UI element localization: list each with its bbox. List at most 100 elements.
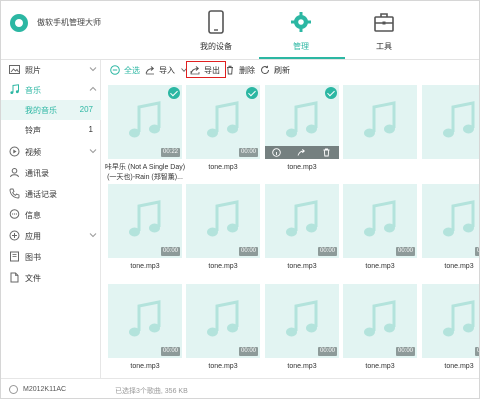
import-button[interactable]: 导入 (145, 60, 189, 80)
file-name-line: tone.mp3 (287, 164, 317, 171)
music-file-name: 咔早乐 (Not A Single Day) (一天也)-Rain (郑智薫)..… (104, 163, 186, 183)
file-name-line: tone.mp3 (287, 263, 317, 270)
sidebar-item-label: 通讯录 (25, 169, 49, 178)
import-icon (145, 66, 155, 75)
sidebar-item-contacts[interactable]: 通讯录 (1, 163, 101, 183)
music-note-icon (443, 101, 475, 138)
toolbox-icon (374, 13, 394, 32)
trash-icon (227, 65, 233, 75)
file-name-line: tone.mp3 (365, 363, 395, 370)
sidebar-item-count: 207 (79, 105, 93, 114)
gear-icon (291, 12, 311, 32)
music-thumbnail[interactable]: 00:00 (108, 284, 182, 358)
sidebar-item-messages[interactable]: 信息 (1, 205, 101, 225)
duration-badge: 00:00 (160, 247, 180, 256)
music-thumbnail[interactable]: 00:00 (186, 284, 260, 358)
music-note-icon (129, 200, 161, 237)
refresh-label: 刷新 (274, 66, 290, 75)
sidebar-item-label: 图书 (25, 253, 41, 262)
duration-badge: 00:22 (160, 148, 180, 157)
music-note-icon (129, 101, 161, 138)
music-thumbnail[interactable]: 00:22 (108, 85, 182, 159)
music-note-icon (207, 101, 239, 138)
file-name-line: tone.mp3 (208, 263, 238, 270)
status-bar: M2012K11AC 已选择3个歌曲, 356 KB (1, 378, 479, 398)
music-thumbnail[interactable]: 00:00 (265, 284, 339, 358)
file-name-line-2: (一天也)-Rain (郑智薫)... (107, 174, 183, 181)
delete-button[interactable]: 删除 (225, 60, 259, 80)
duration-badge: 00:00 (395, 347, 415, 356)
sidebar-item-videos[interactable]: 视频 (1, 142, 101, 162)
sidebar: 照片 音乐 我的音乐 207 铃声 1 视频 通讯录 通话记录 信息 应用 图书… (1, 60, 101, 378)
selected-check-icon[interactable] (168, 87, 180, 99)
device-name: M2012K11AC (23, 386, 67, 393)
tab-tools[interactable]: 工具 (351, 1, 417, 59)
music-thumbnail[interactable]: 00:00 (422, 184, 479, 258)
select-all-button[interactable]: 全选 (110, 60, 144, 80)
export-label: 导出 (204, 66, 220, 75)
file-name-line: 咔早乐 (Not A Single Day) (104, 164, 186, 171)
trash-icon[interactable] (322, 148, 331, 157)
music-thumbnail[interactable]: 00:00 (186, 184, 260, 258)
sidebar-item-music[interactable]: 音乐 (1, 80, 101, 100)
import-label: 导入 (159, 66, 175, 75)
refresh-button[interactable]: 刷新 (260, 60, 294, 80)
sidebar-item-label: 通话记录 (25, 190, 57, 199)
info-icon[interactable] (272, 148, 281, 157)
music-file-name: tone.mp3 (261, 362, 343, 372)
app-title: 傲软手机管理大师 (37, 18, 101, 27)
selected-check-icon[interactable] (325, 87, 337, 99)
sidebar-item-photos[interactable]: 照片 (1, 60, 101, 80)
sidebar-item-label: 文件 (25, 274, 41, 283)
sidebar-item-label: 照片 (25, 66, 41, 75)
music-thumbnail[interactable] (265, 85, 339, 159)
export-button[interactable]: 导出 (186, 61, 226, 78)
music-thumbnail[interactable] (422, 85, 479, 159)
apps-icon (9, 230, 20, 241)
sidebar-item-my-music[interactable]: 我的音乐 207 (1, 100, 101, 120)
file-icon (10, 272, 19, 283)
sidebar-item-books[interactable]: 图书 (1, 247, 101, 267)
music-file-name: tone.mp3 (418, 262, 479, 272)
music-thumbnail[interactable]: 00:00 (343, 184, 417, 258)
music-file-name: tone.mp3 (339, 362, 421, 372)
sidebar-item-ringtones[interactable]: 铃声 1 (1, 120, 101, 140)
music-thumbnail[interactable] (343, 85, 417, 159)
file-name-line: tone.mp3 (130, 363, 160, 370)
selected-check-icon[interactable] (246, 87, 258, 99)
refresh-icon (261, 65, 270, 75)
music-thumbnail[interactable]: 00:00 (108, 184, 182, 258)
tab-manage[interactable]: 管理 (268, 1, 334, 59)
music-note-icon (207, 300, 239, 337)
duration-badge: 00:00 (160, 347, 180, 356)
chevron-down-icon (89, 233, 97, 238)
sidebar-item-apps[interactable]: 应用 (1, 226, 101, 246)
file-name-line: tone.mp3 (365, 263, 395, 270)
music-note-icon (286, 300, 318, 337)
duration-badge: 00:00 (238, 347, 258, 356)
music-file-name: tone.mp3 (339, 262, 421, 272)
music-thumbnail[interactable]: 00:00 (343, 284, 417, 358)
music-icon (10, 84, 19, 94)
export-icon[interactable] (297, 148, 306, 157)
tab-my-device[interactable]: 我的设备 (183, 1, 249, 59)
music-thumbnail[interactable]: 00:00 (186, 85, 260, 159)
duration-badge: 00:00 (395, 247, 415, 256)
tile-action-bar (265, 146, 339, 159)
sidebar-item-files[interactable]: 文件 (1, 268, 101, 288)
sidebar-item-label: 音乐 (25, 86, 41, 95)
export-icon (190, 66, 200, 75)
tab-label: 工具 (376, 42, 392, 51)
sidebar-item-call-log[interactable]: 通话记录 (1, 184, 101, 204)
app-logo (10, 14, 28, 32)
music-note-icon (364, 300, 396, 337)
music-thumbnail[interactable]: 00:00 (265, 184, 339, 258)
music-grid: 00:22 咔早乐 (Not A Single Day) (一天也)-Rain (郑… (102, 80, 479, 378)
duration-badge: 00:00 (474, 347, 479, 356)
music-thumbnail[interactable]: 00:00 (422, 284, 479, 358)
video-icon (9, 146, 20, 157)
music-file-name: tone.mp3 (104, 262, 186, 272)
message-icon (9, 209, 20, 219)
duration-badge: 00:00 (238, 247, 258, 256)
duration-badge: 00:00 (238, 148, 258, 157)
